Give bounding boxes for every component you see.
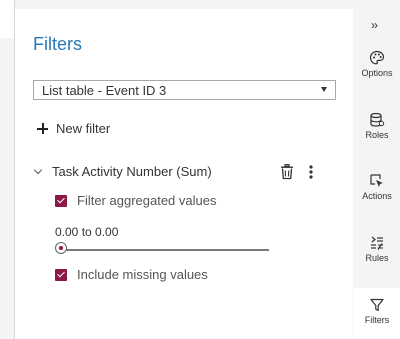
trash-icon[interactable] (280, 164, 294, 180)
dropdown-selected-value: List table - Event ID 3 (42, 83, 167, 98)
range-slider-track[interactable] (63, 249, 269, 251)
rail-actions-label: Actions (362, 191, 392, 201)
rail-roles-label: Roles (365, 130, 389, 140)
rail-actions-button[interactable]: Actions (354, 173, 400, 201)
chevron-down-icon (321, 87, 327, 92)
include-missing-label: Include missing values (77, 267, 208, 282)
plus-icon (37, 123, 48, 134)
collapse-chevron-icon[interactable] (33, 165, 43, 175)
database-icon (370, 112, 385, 127)
left-canvas-top (0, 0, 14, 38)
more-options-icon[interactable] (306, 164, 316, 180)
filter-aggregated-row[interactable]: Filter aggregated values (55, 193, 216, 208)
include-missing-row[interactable]: Include missing values (55, 267, 208, 282)
filter-aggregated-label: Filter aggregated values (77, 193, 217, 208)
rail-options-button[interactable]: Options (354, 50, 400, 78)
right-side-rail: ›› Options Roles Actions Rules Filters (354, 0, 400, 339)
filter-name: Task Activity Number (Sum) (52, 164, 212, 179)
rail-filters-button[interactable]: Filters (354, 288, 400, 339)
range-slider-thumb[interactable] (55, 242, 67, 254)
range-value-text: 0.00 to 0.00 (55, 225, 119, 239)
palette-icon (369, 50, 385, 65)
filter-header: Task Activity Number (Sum) (33, 164, 335, 180)
collapse-pane-icon[interactable]: ›› (371, 18, 378, 32)
panel-title: Filters (33, 34, 82, 54)
app-window: Filters List table - Event ID 3 New filt… (0, 0, 400, 339)
rail-filters-label: Filters (364, 315, 390, 325)
object-select-dropdown[interactable]: List table - Event ID 3 (33, 80, 336, 100)
rail-rules-button[interactable]: Rules (354, 235, 400, 263)
filter-aggregated-checkbox[interactable] (55, 194, 67, 207)
rail-roles-button[interactable]: Roles (354, 112, 400, 140)
rail-options-label: Options (361, 68, 393, 78)
rail-rules-label: Rules (365, 253, 389, 263)
cursor-icon (370, 174, 383, 187)
new-filter-label: New filter (56, 121, 111, 136)
funnel-icon (370, 298, 384, 312)
include-missing-checkbox[interactable] (55, 268, 67, 281)
filters-panel: Filters List table - Event ID 3 New filt… (15, 9, 353, 339)
rules-icon (371, 236, 383, 250)
new-filter-button[interactable]: New filter (37, 121, 110, 136)
left-canvas-edge (0, 0, 15, 339)
